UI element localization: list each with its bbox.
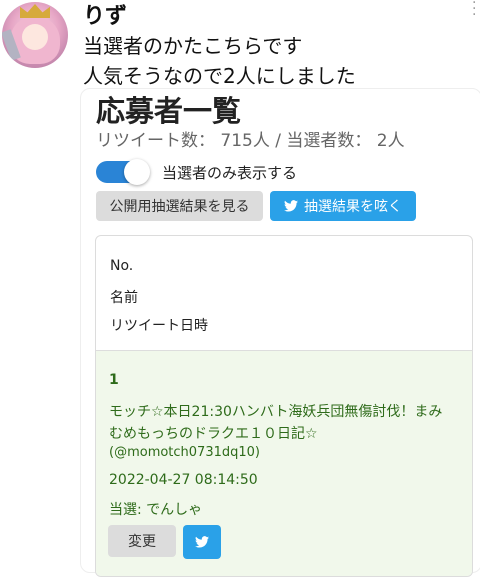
row-handle[interactable]: (@momotch0731dq10) (109, 445, 260, 460)
row-number: 1 (109, 372, 119, 388)
twitter-bird-icon (284, 200, 298, 212)
table-row: 1 モッチ☆本日21:30ハンバト海妖兵団無傷討伐！まみ むめもっちのドラクエ１… (96, 351, 472, 576)
header-no: No. (110, 258, 134, 274)
header-retweet-datetime: リツイート日時 (110, 318, 208, 334)
applicant-table: No. 名前 リツイート日時 1 モッチ☆本日21:30ハンバト海妖兵団無傷討伐… (95, 235, 473, 577)
row-tweet-button[interactable] (183, 525, 221, 559)
row-name[interactable]: モッチ☆本日21:30ハンバト海妖兵団無傷討伐！まみ (109, 401, 442, 421)
tweet-text-line-1: 当選者のかたこちらです (83, 34, 303, 58)
row-datetime: 2022-04-27 08:14:50 (109, 472, 258, 488)
public-result-button[interactable]: 公開用抽選結果を見る (96, 191, 263, 221)
row-winner: 当選: でんしゃ (109, 502, 203, 518)
tweet-username[interactable]: りず (83, 0, 127, 30)
table-header: No. 名前 リツイート日時 (96, 236, 472, 351)
page-title: 応募者一覧 (96, 94, 242, 128)
avatar-crown (20, 4, 50, 18)
tweet-result-label: 抽選結果を呟く (304, 199, 402, 215)
avatar-face (22, 24, 48, 50)
more-dots-icon[interactable]: · · · (472, 0, 476, 22)
toggle-knob (124, 159, 150, 185)
change-button[interactable]: 変更 (108, 525, 176, 557)
twitter-bird-icon (195, 536, 209, 548)
retweet-stats: リツイート数： 715人 / 当選者数： 2人 (96, 131, 405, 151)
header-name: 名前 (110, 290, 138, 306)
avatar[interactable] (2, 2, 68, 68)
row-name-cont[interactable]: むめもっちのドラクエ１０日記☆ (109, 423, 318, 443)
winners-only-toggle[interactable] (96, 159, 150, 185)
toggle-label: 当選者のみ表示する (162, 164, 298, 182)
tweet-text-line-2: 人気そうなので2人にしました (83, 64, 356, 88)
tweet-result-button[interactable]: 抽選結果を呟く (270, 191, 416, 221)
